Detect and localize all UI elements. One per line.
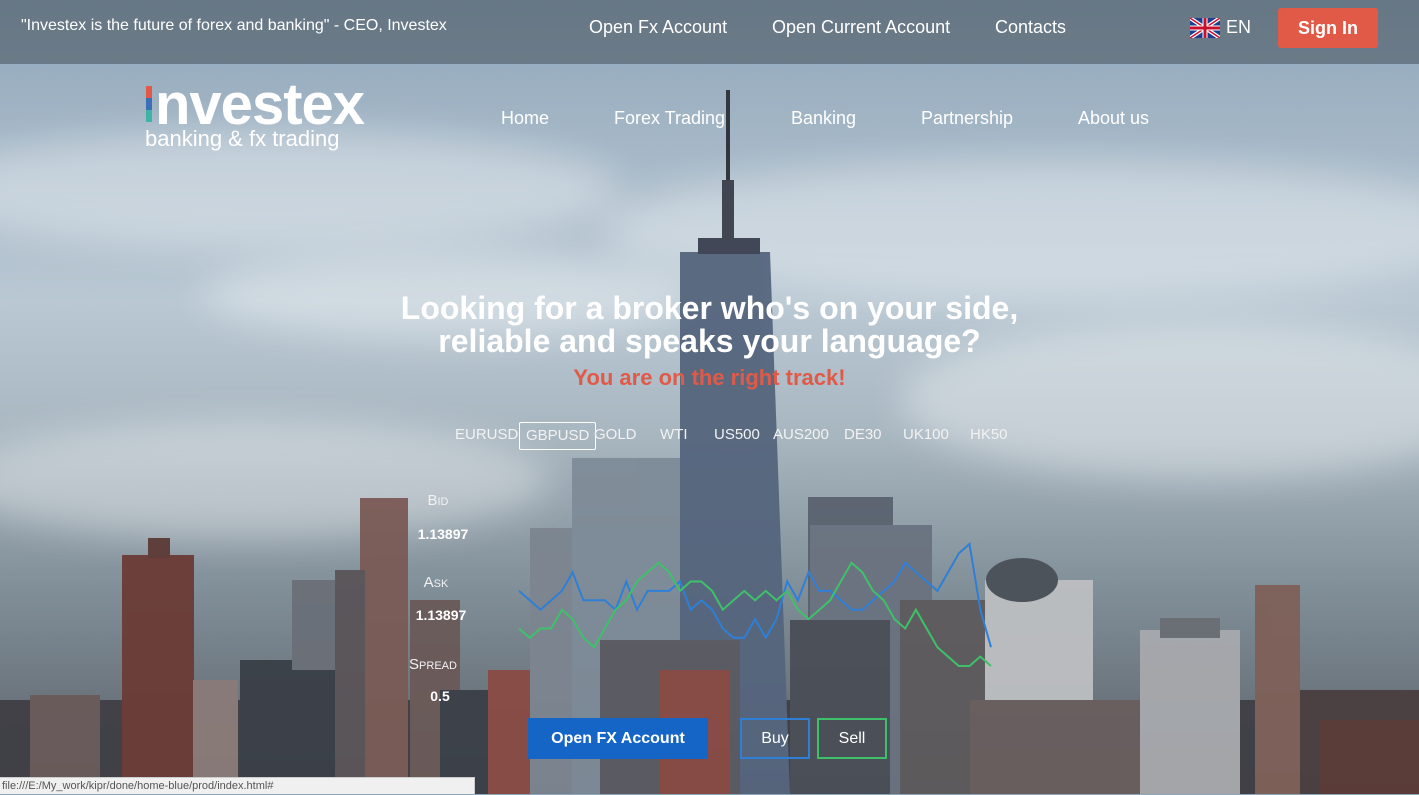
chart-series-line-1 xyxy=(518,542,992,648)
investex-logo[interactable]: nvestex banking & fx trading xyxy=(145,76,365,151)
browser-status-bar: file:///E:/My_work/kipr/done/home-blue/p… xyxy=(0,777,475,794)
tab-eurusd[interactable]: EURUSD xyxy=(455,422,518,448)
uk-flag-icon xyxy=(1190,17,1220,38)
tab-gbpusd[interactable]: GBPUSD xyxy=(519,422,597,450)
open-fx-account-button[interactable]: Open FX Account xyxy=(528,718,708,759)
tab-aus200[interactable]: AUS200 xyxy=(773,422,829,448)
nav-forex-trading[interactable]: Forex Trading xyxy=(614,108,725,129)
hero-heading: Looking for a broker who's on your side,… xyxy=(0,292,1419,358)
logo-mark-icon xyxy=(146,86,152,122)
tab-de30[interactable]: DE30 xyxy=(844,422,882,448)
hero-heading-line2: reliable and speaks your language? xyxy=(438,323,981,359)
instrument-tabs: EURUSD GBPUSD GOLD WTI US500 AUS200 DE30… xyxy=(0,422,1419,450)
sign-in-button[interactable]: Sign In xyxy=(1278,8,1378,48)
nav-banking[interactable]: Banking xyxy=(791,108,856,129)
chart-series-line-2 xyxy=(518,561,992,667)
hero: Looking for a broker who's on your side,… xyxy=(0,292,1419,391)
ceo-quote: "Investex is the future of forex and ban… xyxy=(21,17,447,34)
language-selector[interactable]: EN xyxy=(1190,17,1251,38)
ask-label: Ask xyxy=(423,574,449,591)
nav-about-us[interactable]: About us xyxy=(1078,108,1149,129)
open-current-account-link[interactable]: Open Current Account xyxy=(772,17,950,38)
nav-partnership[interactable]: Partnership xyxy=(921,108,1013,129)
language-label: EN xyxy=(1226,17,1252,37)
nav-home[interactable]: Home xyxy=(501,108,549,129)
contacts-link[interactable]: Contacts xyxy=(995,17,1066,38)
hero-subtitle: You are on the right track! xyxy=(573,365,846,390)
price-chart xyxy=(518,542,992,667)
tab-us500[interactable]: US500 xyxy=(714,422,760,448)
tab-gold[interactable]: GOLD xyxy=(594,422,637,448)
tab-wti[interactable]: WTI xyxy=(660,422,688,448)
tab-hk50[interactable]: HK50 xyxy=(970,422,1008,448)
bid-value: 1.13897 xyxy=(417,526,469,542)
hero-heading-line1: Looking for a broker who's on your side, xyxy=(400,290,1019,326)
tab-uk100[interactable]: UK100 xyxy=(903,422,949,448)
logo-tagline: banking & fx trading xyxy=(145,126,340,151)
spread-value: 0.5 xyxy=(430,688,450,704)
bid-label: Bid xyxy=(427,492,449,509)
open-fx-account-link[interactable]: Open Fx Account xyxy=(589,17,727,38)
sell-button[interactable]: Sell xyxy=(817,718,887,759)
ask-value: 1.13897 xyxy=(415,607,467,623)
spread-label: Spread xyxy=(409,656,457,673)
buy-button[interactable]: Buy xyxy=(740,718,810,759)
